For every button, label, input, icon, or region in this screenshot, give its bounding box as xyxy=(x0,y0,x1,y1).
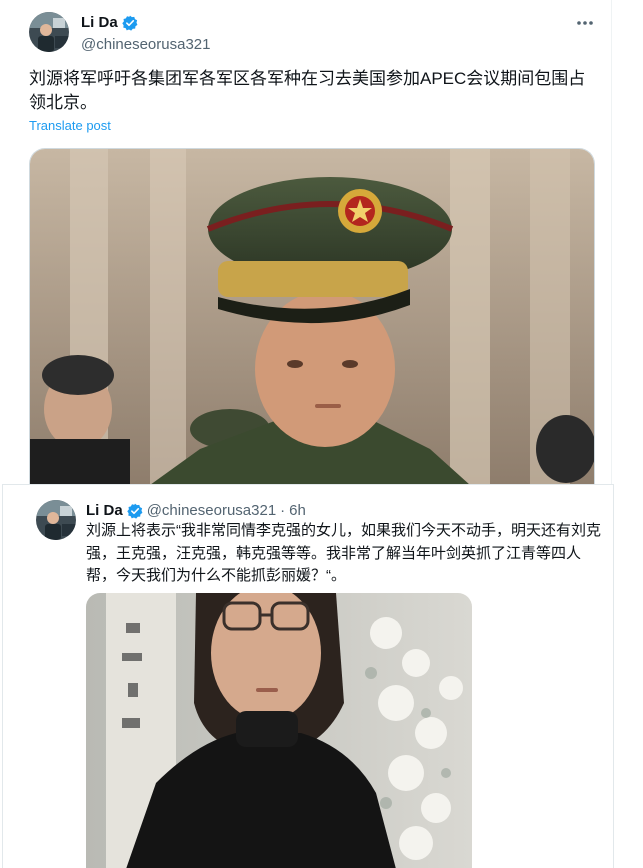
avatar[interactable] xyxy=(29,12,69,52)
tweet-overlay: Li Da @chineseorusa321 · 6h 刘源上将表示“我非常同情… xyxy=(2,484,614,868)
author-handle[interactable]: @chineseorusa321 xyxy=(81,36,210,53)
author-name[interactable]: Li Da xyxy=(86,502,123,519)
tweet-photo-woman[interactable] xyxy=(86,593,472,868)
tweet-text: 刘源上将表示“我非常同情李克强的女儿，如果我们今天不动手，明天还有刘克强，王克强… xyxy=(86,522,601,584)
meta-separator: · xyxy=(280,502,286,519)
tweet-photo-general[interactable] xyxy=(29,148,595,484)
verified-badge-icon xyxy=(126,503,143,519)
tweet-main: Li Da @chineseorusa321 刘源将军呼吁各集团军各军区各军种在… xyxy=(0,0,612,484)
author-name[interactable]: Li Da xyxy=(81,14,118,31)
more-horizontal-icon xyxy=(576,20,594,26)
translate-post-link[interactable]: Translate post xyxy=(29,118,111,133)
tweet-text: 刘源将军呼吁各集团军各军区各军种在习去美国参加APEC会议期间包围占领北京。 xyxy=(29,69,586,112)
avatar[interactable] xyxy=(36,500,76,540)
verified-badge-icon xyxy=(121,15,138,31)
more-options-button[interactable] xyxy=(574,14,596,32)
author-row: Li Da xyxy=(81,14,138,31)
author-row: Li Da @chineseorusa321 · 6h xyxy=(86,502,306,519)
author-handle[interactable]: @chineseorusa321 xyxy=(147,502,276,519)
post-time[interactable]: 6h xyxy=(289,502,306,519)
